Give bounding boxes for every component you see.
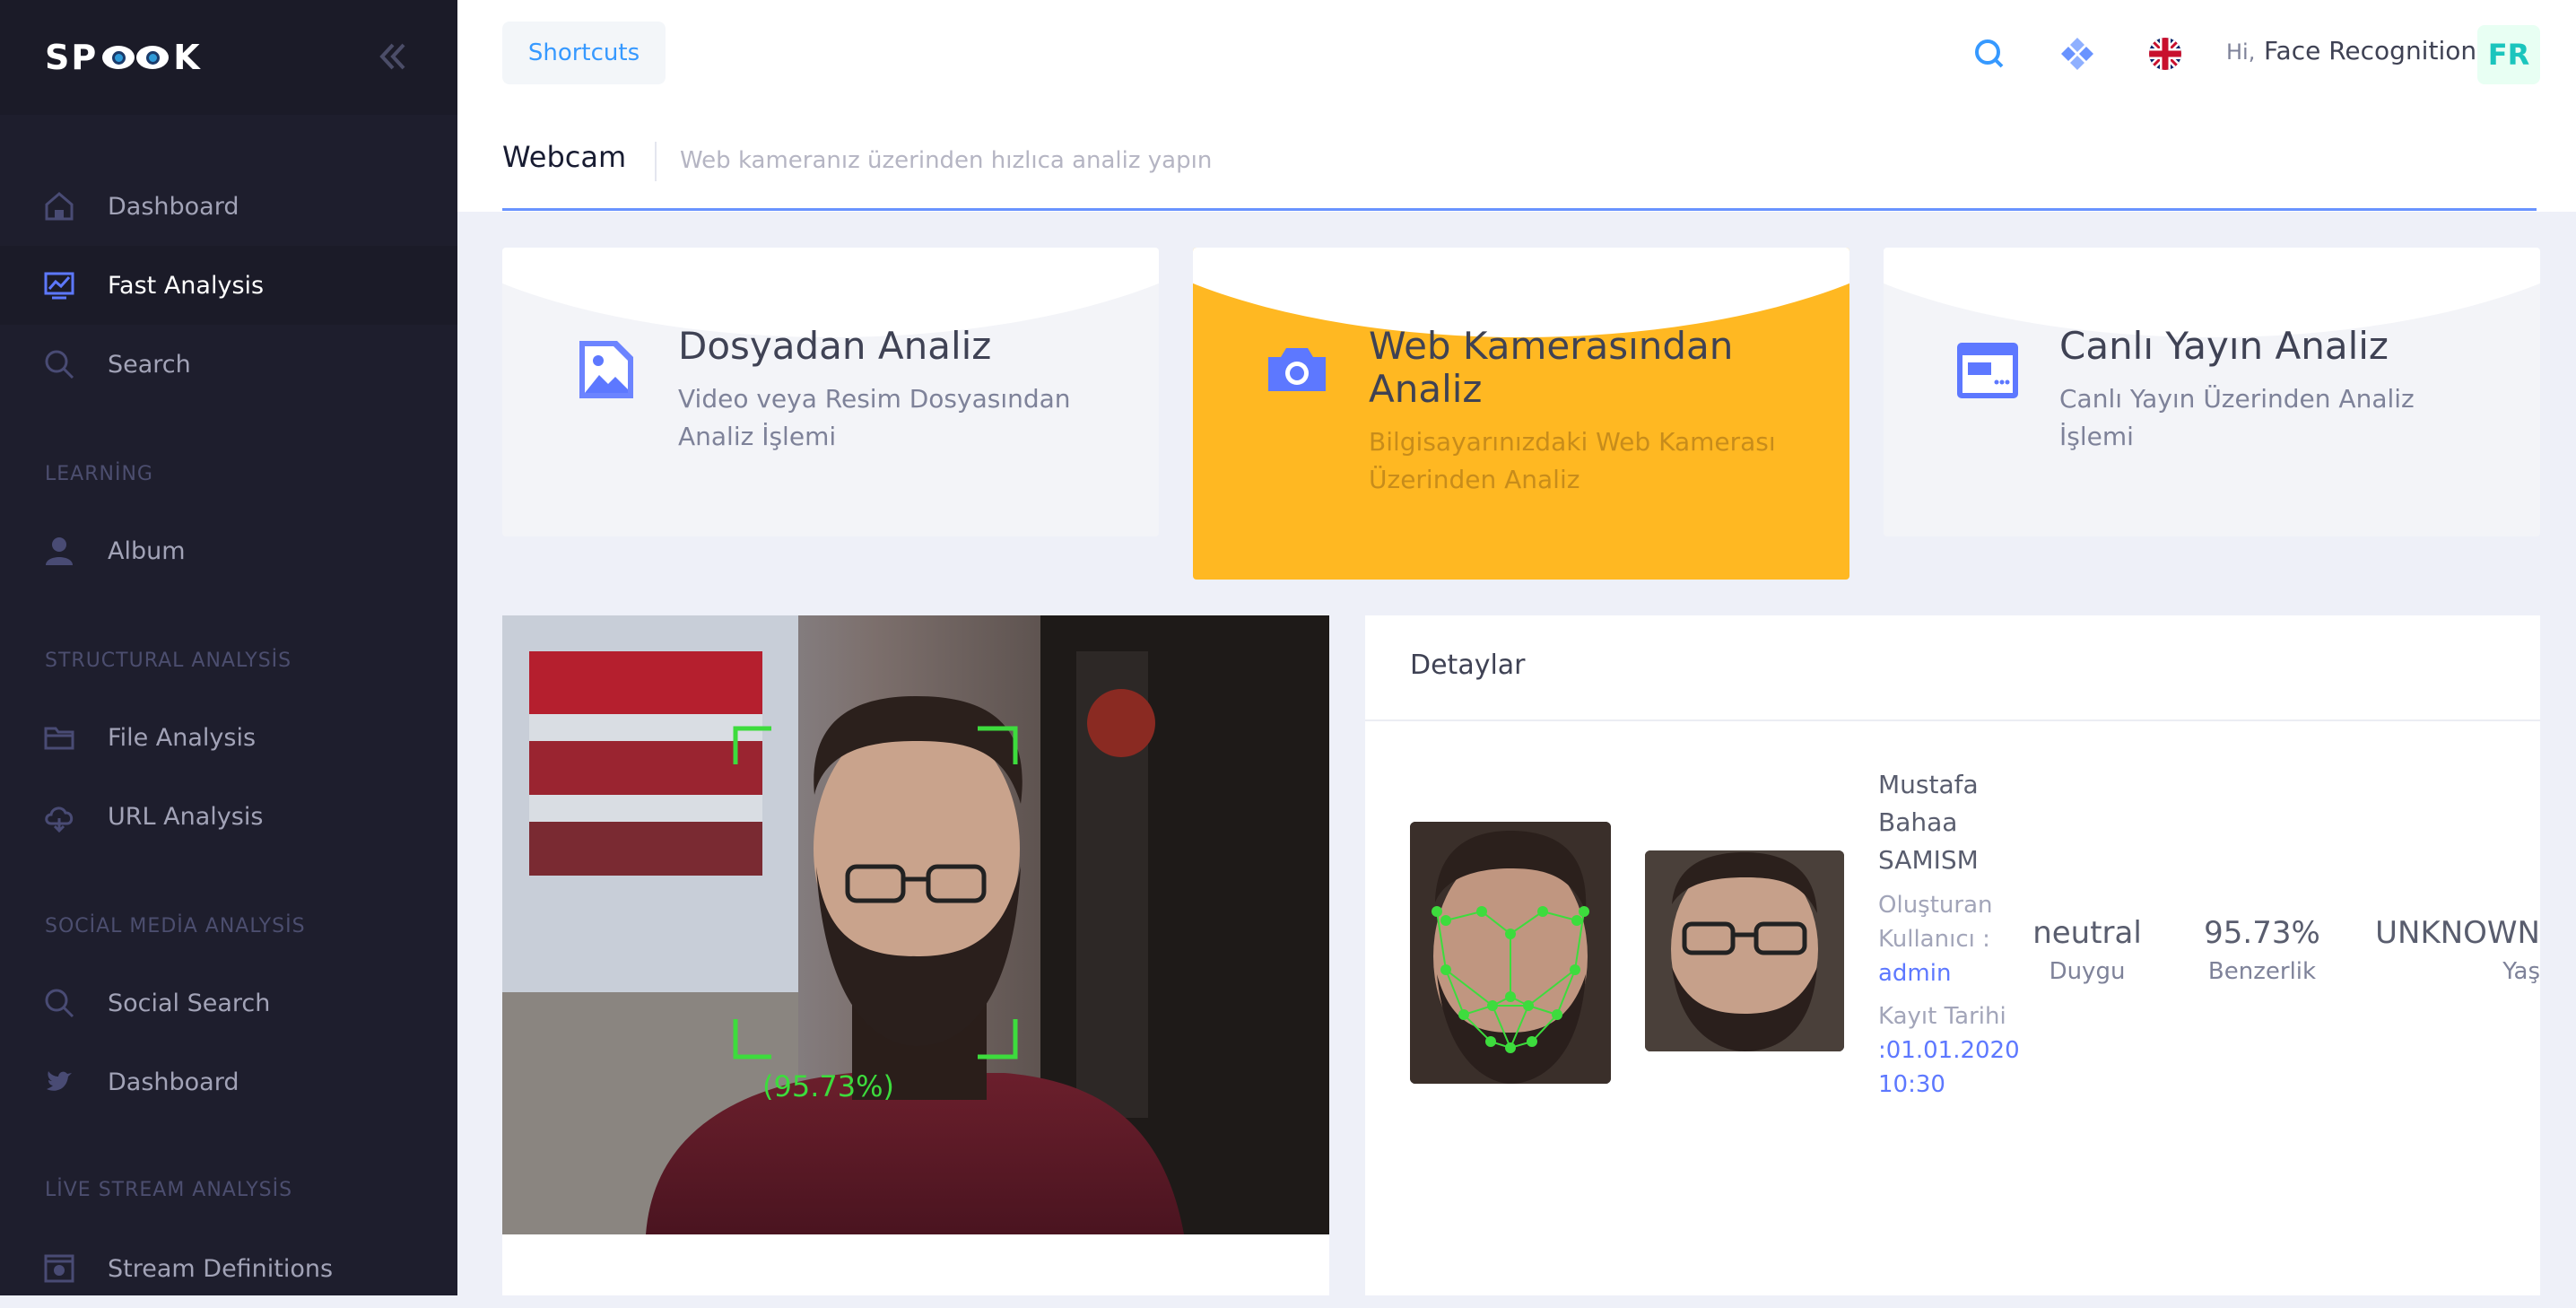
twitter-icon bbox=[43, 1066, 75, 1098]
sidebar-item-label: Fast Analysis bbox=[108, 271, 265, 300]
user-name[interactable]: Face Recognition bbox=[2264, 36, 2476, 65]
stream-icon bbox=[43, 1252, 75, 1285]
sidebar-item-label: Dashboard bbox=[108, 192, 239, 221]
logo-eyes bbox=[101, 46, 170, 69]
divider bbox=[655, 142, 657, 181]
webcam-footer bbox=[502, 1234, 1329, 1295]
apps-icon[interactable] bbox=[2058, 34, 2097, 74]
sidebar-item-label: Album bbox=[108, 536, 186, 565]
details-title: Detaylar bbox=[1410, 650, 1526, 681]
sidebar-item-label: Dashboard bbox=[108, 1068, 239, 1096]
logo-text-left: SP bbox=[45, 38, 99, 77]
camera-icon bbox=[1265, 336, 1329, 404]
sidebar-item-label: Search bbox=[108, 350, 191, 379]
sidebar-item-stream-definitions[interactable]: Stream Definitions bbox=[0, 1229, 457, 1308]
sidebar-item-label: Stream Definitions bbox=[108, 1254, 334, 1283]
greeting: Hi, bbox=[2226, 39, 2256, 65]
page-description: Web kameranız üzerinden hızlıca analiz y… bbox=[680, 147, 1213, 174]
top-header: Shortcuts Hi, Face Recognition FR bbox=[457, 0, 2576, 113]
section-structural: STRUCTURAL ANALYSİS bbox=[45, 650, 292, 672]
page-title: Webcam bbox=[502, 140, 627, 174]
sidebar-item-label: Social Search bbox=[108, 989, 271, 1017]
stat-age: UNKNOWN Yaş bbox=[2370, 915, 2540, 985]
section-live: LİVE STREAM ANALYSİS bbox=[45, 1179, 293, 1201]
sidebar-item-search[interactable]: Search bbox=[0, 325, 457, 404]
brand: SP K bbox=[0, 0, 457, 115]
subheader-underline bbox=[502, 208, 2537, 211]
logo[interactable]: SP K bbox=[45, 36, 202, 79]
image-icon bbox=[574, 336, 639, 404]
card-description: Bilgisayarınızdaki Web Kamerası Üzerinde… bbox=[1369, 427, 1776, 494]
stat-similarity: 95.73% Benzerlik bbox=[2190, 915, 2334, 985]
card-file-analysis[interactable]: Dosyadan Analiz Video veya Resim Dosyası… bbox=[502, 248, 1159, 536]
sidebar-item-file-analysis[interactable]: File Analysis bbox=[0, 698, 457, 777]
card-webcam-analysis[interactable]: Web Kamerasından Analiz Bilgisayarınızda… bbox=[1193, 248, 1849, 580]
search-icon bbox=[43, 348, 75, 380]
stat-emotion: neutral Duygu bbox=[2020, 915, 2154, 985]
card-description: Canlı Yayın Üzerinden Analiz İşlemi bbox=[2059, 384, 2415, 451]
emotion-value: neutral bbox=[2032, 915, 2142, 951]
avatar[interactable]: FR bbox=[2477, 25, 2540, 84]
webcam-feed: (95.73%) bbox=[502, 615, 1329, 1234]
search-icon bbox=[43, 987, 75, 1019]
section-learning: LEARNİNG bbox=[45, 463, 153, 485]
card-live-stream-analysis[interactable]: Canlı Yayın Analiz Canlı Yayın Üzerinden… bbox=[1884, 248, 2540, 536]
sidebar-item-twitter-dashboard[interactable]: Dashboard bbox=[0, 1042, 457, 1121]
similarity-label: Benzerlik bbox=[2207, 958, 2317, 985]
sidebar-item-label: File Analysis bbox=[108, 723, 257, 752]
user-icon bbox=[43, 535, 75, 567]
subheader: Webcam Web kameranız üzerinden hızlıca a… bbox=[457, 113, 2576, 212]
search-icon[interactable] bbox=[1970, 34, 2009, 74]
section-social: SOCİAL MEDİA ANALYSİS bbox=[45, 915, 306, 937]
date-value: :01.01.2020 10:30 bbox=[1878, 1037, 2020, 1098]
language-flag-icon[interactable] bbox=[2145, 34, 2185, 74]
confidence-label: (95.73%) bbox=[762, 1069, 894, 1103]
collapse-sidebar-icon[interactable] bbox=[370, 34, 414, 79]
person-info: Mustafa Bahaa SAMISM Oluşturan Kullanıcı… bbox=[1878, 766, 2020, 1102]
similarity-value: 95.73% bbox=[2204, 915, 2320, 951]
folder-icon bbox=[43, 721, 75, 754]
stream-window-icon bbox=[1955, 336, 2020, 404]
webcam-image bbox=[502, 615, 1329, 1234]
card-title: Web Kamerasından Analiz bbox=[1369, 324, 1734, 411]
person-name: Mustafa Bahaa SAMISM bbox=[1878, 770, 1979, 875]
card-description: Video veya Resim Dosyasından Analiz İşle… bbox=[678, 384, 1071, 451]
sidebar: SP K Dashboard Fast Analysis Search LEAR… bbox=[0, 0, 457, 1295]
home-icon bbox=[43, 190, 75, 222]
created-by-value[interactable]: admin bbox=[1878, 956, 2013, 990]
created-by-label: Oluşturan Kullanıcı : bbox=[1878, 892, 1993, 953]
chart-icon bbox=[43, 269, 75, 301]
shortcuts-button[interactable]: Shortcuts bbox=[502, 22, 666, 84]
sidebar-item-album[interactable]: Album bbox=[0, 511, 457, 590]
date-label: Kayıt Tarihi bbox=[1878, 1003, 2006, 1030]
divider bbox=[1365, 719, 2540, 721]
sidebar-item-url-analysis[interactable]: URL Analysis bbox=[0, 777, 457, 856]
age-value: UNKNOWN bbox=[2375, 915, 2540, 951]
sidebar-item-fast-analysis[interactable]: Fast Analysis bbox=[0, 246, 457, 325]
cloud-icon bbox=[43, 800, 75, 833]
matched-face-thumbnail bbox=[1645, 850, 1844, 1051]
card-title: Canlı Yayın Analiz bbox=[2059, 324, 2389, 368]
emotion-label: Duygu bbox=[2049, 958, 2126, 985]
sidebar-item-label: URL Analysis bbox=[108, 802, 264, 831]
card-title: Dosyadan Analiz bbox=[678, 324, 992, 368]
age-label: Yaş bbox=[2502, 958, 2540, 985]
face-landmarks-thumbnail bbox=[1410, 822, 1611, 1084]
sidebar-item-dashboard[interactable]: Dashboard bbox=[0, 167, 457, 246]
details-panel: Detaylar Mustafa Bahaa SAMISM Oluşturan … bbox=[1365, 615, 2540, 1295]
sidebar-item-social-search[interactable]: Social Search bbox=[0, 964, 457, 1042]
logo-text-right: K bbox=[173, 38, 202, 77]
